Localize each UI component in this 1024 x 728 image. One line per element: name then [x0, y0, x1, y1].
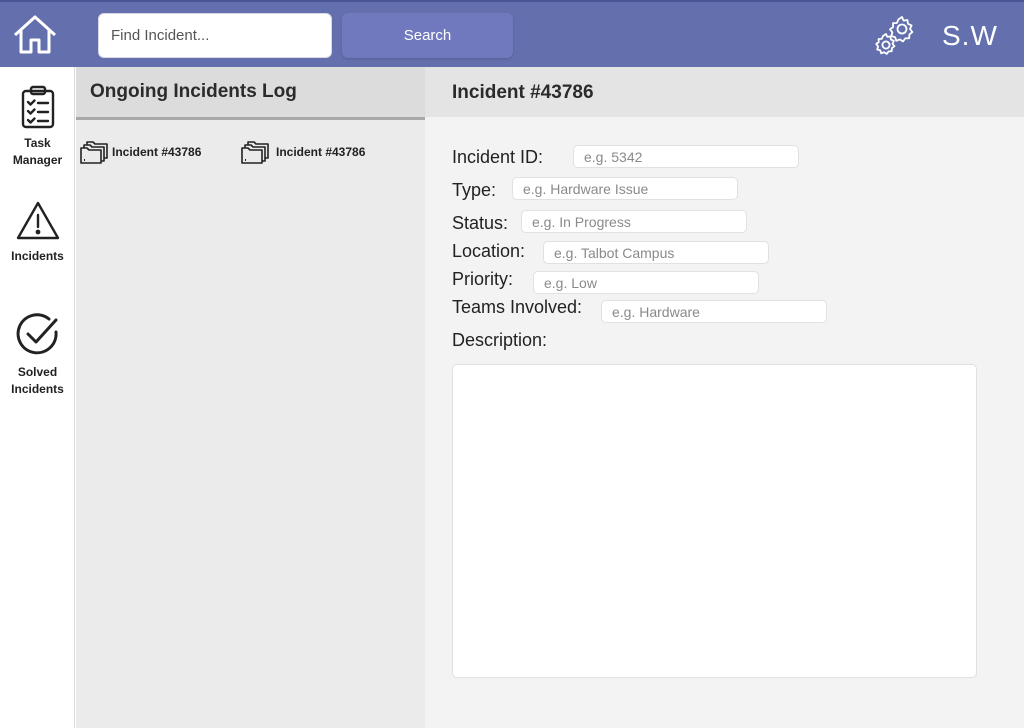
search-input[interactable] [98, 13, 332, 58]
log-item-label: Incident #43786 [276, 145, 366, 159]
folders-icon [80, 141, 108, 164]
search-button[interactable]: Search [342, 13, 513, 58]
description-textarea[interactable] [452, 364, 977, 678]
incident-id-label: Incident ID: [452, 147, 544, 167]
nav-label-line2: Incidents [11, 382, 64, 396]
nav-item-solved-incidents[interactable]: Solved Incidents [0, 310, 75, 398]
nav-item-task-manager[interactable]: Task Manager [0, 85, 75, 169]
nav-label-line1: Solved [17, 365, 58, 379]
log-item[interactable]: Incident #43786 [240, 139, 365, 165]
nav-label-line2: Manager [12, 153, 63, 167]
type-field[interactable] [512, 177, 738, 200]
log-header: Ongoing Incidents Log [76, 67, 425, 120]
description-label: Description: [452, 330, 548, 350]
log-item[interactable]: Incident #43786 [79, 139, 201, 165]
log-title: Ongoing Incidents Log [90, 81, 297, 102]
top-bar: Search S.W [0, 0, 1024, 67]
priority-field[interactable] [533, 271, 759, 294]
nav-label-line1: Task [24, 136, 51, 150]
incidents-log-panel: Ongoing Incidents Log [76, 67, 425, 728]
log-item-label: Incident #43786 [112, 145, 202, 159]
teams-involved-field[interactable] [601, 300, 827, 323]
gear-icon[interactable] [873, 13, 919, 59]
location-field[interactable] [543, 241, 769, 264]
status-field[interactable] [521, 210, 747, 233]
nav-item-incidents[interactable]: Incidents [0, 200, 75, 265]
side-nav: Task Manager Incidents Solved Incidents [0, 67, 75, 728]
clipboard-checklist-icon [21, 85, 54, 129]
priority-label: Priority: [452, 269, 514, 289]
status-label: Status: [452, 213, 509, 233]
type-label: Type: [452, 180, 497, 200]
teams-involved-label: Teams Involved: [452, 297, 583, 317]
nav-label-line1: Incidents [11, 249, 64, 263]
check-circle-icon [16, 313, 58, 355]
home-icon[interactable] [12, 13, 58, 57]
location-label: Location: [452, 241, 526, 261]
incident-id-field[interactable] [573, 145, 799, 168]
warning-triangle-icon [16, 201, 59, 240]
user-initials[interactable]: S.W [942, 20, 998, 52]
detail-header: Incident #43786 [425, 67, 1024, 117]
detail-title: Incident #43786 [452, 82, 594, 103]
folders-icon [241, 141, 269, 164]
